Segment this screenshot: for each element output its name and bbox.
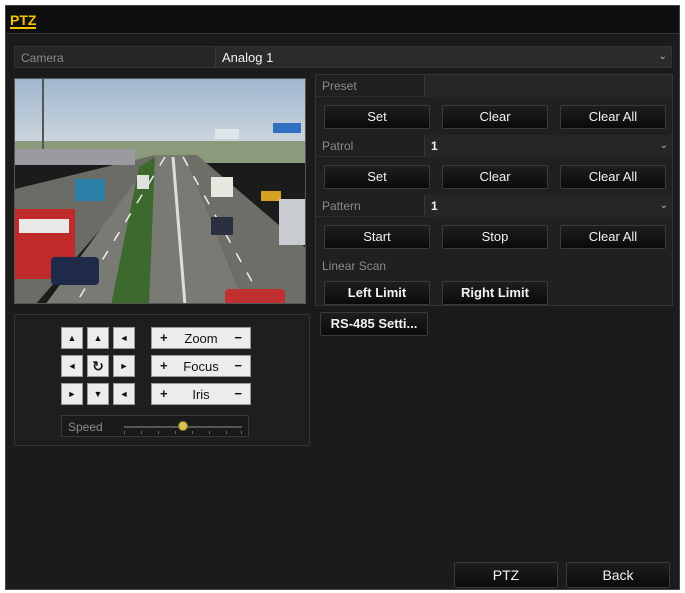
arrow-right-icon: ► [119, 361, 129, 371]
speed-tick [124, 431, 125, 434]
back-button[interactable]: Back [566, 562, 670, 588]
iris-minus-button[interactable]: − [234, 386, 242, 401]
pattern-select[interactable]: 1 ⌄ [424, 195, 672, 217]
speed-slider-thumb[interactable] [178, 421, 188, 431]
arrow-down-right-icon: ◄ [119, 389, 129, 399]
pan-down-right-button[interactable]: ◄ [113, 383, 135, 405]
rs485-settings-button[interactable]: RS-485 Setti... [320, 312, 428, 336]
arrow-down-left-icon: ► [67, 389, 77, 399]
patrol-set-button[interactable]: Set [324, 165, 430, 189]
chevron-down-icon: ⌄ [658, 51, 667, 62]
camera-label: Camera [21, 51, 64, 65]
arrow-down-icon: ▼ [93, 389, 103, 399]
preset-clear-button[interactable]: Clear [442, 105, 548, 129]
linear-scan-label: Linear Scan [322, 259, 387, 273]
focus-control: + Focus − [151, 355, 251, 377]
pan-up-right-button[interactable]: ◄ [113, 327, 135, 349]
preset-clear-all-button[interactable]: Clear All [560, 105, 666, 129]
focus-minus-button[interactable]: − [234, 358, 242, 373]
pan-up-left-button[interactable]: ▲ [61, 327, 83, 349]
speed-tick [209, 431, 210, 434]
pattern-clear-all-button[interactable]: Clear All [560, 225, 666, 249]
speed-tick [241, 431, 242, 434]
zoom-control: + Zoom − [151, 327, 251, 349]
video-frame [15, 79, 305, 303]
arrow-up-right-icon: ◄ [119, 333, 129, 343]
ptz-window: PTZ Camera Analog 1 ⌄ Preset Set Clear C… [5, 5, 680, 590]
ptz-function-panel: Preset Set Clear Clear All Patrol 1 ⌄ Se… [315, 74, 673, 306]
pan-down-button[interactable]: ▼ [87, 383, 109, 405]
speed-tick [226, 431, 227, 434]
ptz-control-panel: ▲ ▲ ◄ ◄ ↻ ► ► ▼ ◄ + Zoom − + Focus − + I… [14, 314, 310, 446]
zoom-out-button[interactable]: − [234, 330, 242, 345]
preset-field[interactable] [424, 75, 672, 97]
pattern-row: Pattern 1 ⌄ [316, 195, 672, 217]
pattern-value: 1 [431, 199, 438, 213]
ptz-button[interactable]: PTZ [454, 562, 558, 588]
right-limit-button[interactable]: Right Limit [442, 281, 548, 305]
preset-set-button[interactable]: Set [324, 105, 430, 129]
title-bar: PTZ [6, 6, 679, 34]
speed-tick [158, 431, 159, 434]
pan-up-button[interactable]: ▲ [87, 327, 109, 349]
chevron-down-icon: ⌄ [659, 140, 668, 151]
arrow-left-icon: ◄ [67, 361, 77, 371]
pattern-stop-button[interactable]: Stop [442, 225, 548, 249]
pan-left-button[interactable]: ◄ [61, 355, 83, 377]
pattern-label: Pattern [322, 199, 361, 213]
patrol-value: 1 [431, 139, 438, 153]
patrol-clear-all-button[interactable]: Clear All [560, 165, 666, 189]
patrol-row: Patrol 1 ⌄ [316, 135, 672, 157]
live-video-preview [14, 78, 306, 304]
pan-right-button[interactable]: ► [113, 355, 135, 377]
speed-tick [141, 431, 142, 434]
camera-value: Analog 1 [222, 50, 274, 65]
rotate-icon: ↻ [92, 358, 104, 374]
speed-slider-track[interactable] [124, 421, 242, 434]
speed-tick [175, 431, 176, 434]
patrol-clear-button[interactable]: Clear [442, 165, 548, 189]
arrow-up-left-icon: ▲ [67, 333, 77, 343]
preset-row: Preset [316, 75, 672, 97]
linear-scan-row: Linear Scan [316, 255, 672, 277]
window-title: PTZ [10, 12, 37, 29]
auto-pan-button[interactable]: ↻ [87, 355, 109, 377]
preset-label: Preset [322, 79, 357, 93]
patrol-label: Patrol [322, 139, 354, 153]
left-limit-button[interactable]: Left Limit [324, 281, 430, 305]
pattern-start-button[interactable]: Start [324, 225, 430, 249]
speed-label: Speed [68, 420, 103, 434]
speed-control: Speed [61, 415, 249, 437]
iris-control: + Iris − [151, 383, 251, 405]
camera-row: Camera Analog 1 ⌄ [14, 46, 672, 68]
pan-down-left-button[interactable]: ► [61, 383, 83, 405]
camera-select[interactable]: Analog 1 ⌄ [215, 47, 671, 67]
arrow-up-icon: ▲ [93, 333, 103, 343]
chevron-down-icon: ⌄ [659, 200, 668, 211]
patrol-select[interactable]: 1 ⌄ [424, 135, 672, 157]
speed-tick [192, 431, 193, 434]
